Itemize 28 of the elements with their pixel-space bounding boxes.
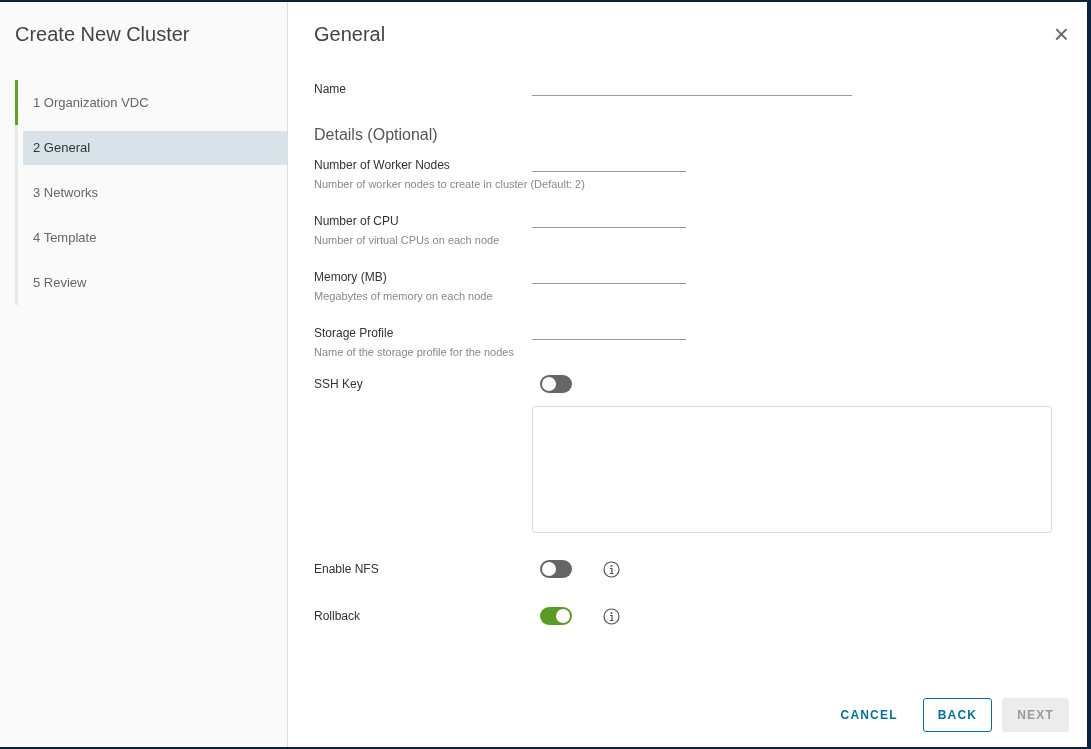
toggle-switch[interactable] [540, 375, 572, 393]
info-icon[interactable] [603, 607, 620, 625]
wizard-step[interactable]: 4 Template [23, 220, 287, 255]
field-label: Memory (MB) [314, 270, 388, 284]
field-hint: Number of virtual CPUs on each node [314, 234, 501, 246]
text-button[interactable]: CANCEL [825, 698, 913, 732]
field-label: SSH Key [314, 377, 364, 391]
wizard-step[interactable]: 5 Review [23, 265, 287, 300]
close-button[interactable]: × [1053, 24, 1069, 44]
field-label: Rollback [314, 609, 362, 623]
field-label: Number of Worker Nodes [314, 158, 451, 172]
section-heading: Details (Optional) [314, 126, 439, 144]
wizard-step[interactable]: 1 Organization VDC [23, 85, 287, 120]
field-hint: Number of worker nodes to create in cluster (Default: 2) [314, 178, 586, 190]
info-icon[interactable] [603, 560, 620, 578]
field-hint: Megabytes of memory on each node [314, 290, 494, 302]
wizard-step[interactable]: 2 General [23, 130, 287, 165]
field-label: Storage Profile [314, 326, 395, 340]
page-title: General [314, 22, 386, 46]
field-label: Name [314, 82, 347, 96]
wizard-step[interactable]: 3 Networks [23, 175, 287, 210]
field-label: Number of CPU [314, 214, 400, 228]
field-label: Enable NFS [314, 562, 380, 576]
field-hint: Name of the storage profile for the nodes [314, 346, 515, 358]
wizard-title: Create New Cluster [15, 22, 191, 46]
toggle-switch[interactable] [540, 560, 572, 578]
wizard-button[interactable]: BACK [922, 698, 993, 732]
toggle-switch[interactable] [540, 607, 572, 625]
